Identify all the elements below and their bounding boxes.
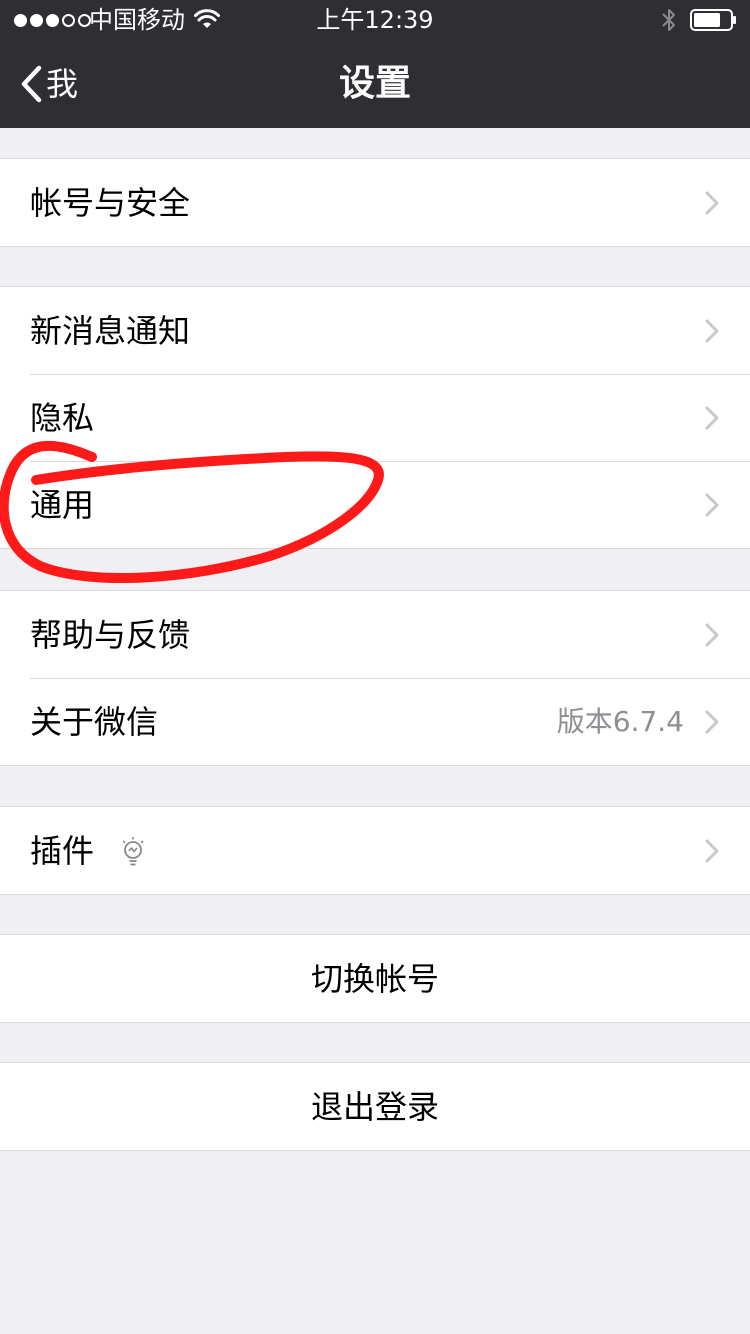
settings-item-label: 新消息通知	[30, 311, 191, 350]
chevron-right-icon	[705, 710, 719, 734]
page-title: 设置	[338, 63, 411, 104]
settings-item-label: 帐号与安全	[30, 183, 191, 222]
lightbulb-icon	[122, 837, 144, 866]
logout-label: 退出登录	[310, 1087, 439, 1126]
settings-item-help-feedback[interactable]: 帮助与反馈	[0, 591, 750, 678]
logout-button[interactable]: 退出登录	[0, 1063, 750, 1150]
settings-group-help: 帮助与反馈 关于微信 版本6.7.4	[0, 590, 750, 766]
settings-group-account: 帐号与安全	[0, 158, 750, 247]
chevron-right-icon	[705, 319, 719, 343]
settings-item-notifications[interactable]: 新消息通知	[0, 287, 750, 374]
settings-item-label: 通用	[30, 485, 95, 524]
switch-account-button[interactable]: 切换帐号	[0, 935, 750, 1022]
switch-account-label: 切换帐号	[310, 959, 439, 998]
chevron-right-icon	[705, 623, 719, 647]
settings-item-label: 关于微信	[30, 702, 159, 741]
chevron-right-icon	[705, 406, 719, 430]
version-label: 版本6.7.4	[556, 704, 684, 738]
settings-item-label: 插件	[30, 831, 95, 870]
logout-group: 退出登录	[0, 1062, 750, 1151]
bluetooth-icon	[662, 9, 675, 31]
settings-item-account-security[interactable]: 帐号与安全	[0, 159, 750, 246]
settings-item-label: 帮助与反馈	[30, 615, 191, 654]
navigation-bar: 我 设置	[0, 40, 750, 128]
settings-item-general[interactable]: 通用	[0, 461, 750, 548]
top-bar: 中国移动 上午12:39 我 设置	[0, 0, 750, 128]
settings-item-plugins[interactable]: 插件	[0, 807, 750, 894]
switch-account-group: 切换帐号	[0, 934, 750, 1023]
chevron-right-icon	[705, 493, 719, 517]
settings-group-general: 新消息通知 隐私 通用	[0, 286, 750, 549]
settings-item-label: 隐私	[30, 398, 95, 437]
settings-item-about[interactable]: 关于微信 版本6.7.4	[0, 678, 750, 765]
settings-item-privacy[interactable]: 隐私	[0, 374, 750, 461]
status-bar: 中国移动 上午12:39	[0, 0, 750, 40]
settings-group-plugins: 插件	[0, 806, 750, 895]
chevron-right-icon	[705, 191, 719, 215]
battery-icon	[690, 9, 736, 31]
status-time: 上午12:39	[316, 6, 434, 34]
chevron-right-icon	[705, 839, 719, 863]
